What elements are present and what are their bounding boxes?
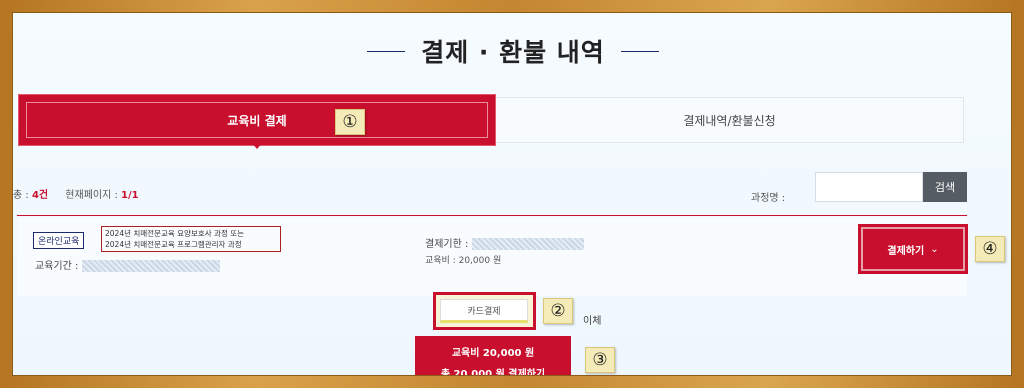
- tab-payment-history-refund[interactable]: 결제내역/환불신청: [495, 97, 964, 143]
- education-period: 교육기간 :: [35, 257, 220, 272]
- course-name-line2: 2024년 치매전문교육 프로그램관리자 과정: [105, 240, 242, 249]
- step-marker-2: ②: [543, 298, 573, 324]
- bank-transfer-option[interactable]: 이체: [583, 312, 601, 327]
- tab-bar: 교육비 결제 결제내역/환불신청: [18, 94, 964, 149]
- page-canvas: 결제 · 환불 내역 교육비 결제 결제내역/환불신청 ① 총 : 4건 현재페…: [12, 12, 1012, 376]
- course-search-input[interactable]: [815, 172, 923, 202]
- fee-label: 교육비 :: [425, 256, 456, 266]
- page-header: 결제 · 환불 내역: [13, 31, 1011, 71]
- tab-tuition-payment[interactable]: 교육비 결제: [18, 94, 496, 149]
- card-payment-option[interactable]: 카드결제: [433, 292, 536, 330]
- title-divider-right: [620, 50, 659, 52]
- step-marker-3: ③: [585, 347, 615, 373]
- period-label: 교육기간 :: [35, 261, 79, 272]
- checkout-button[interactable]: 교육비 20,000 원 총 20,000 원 결제하기: [415, 336, 571, 376]
- fee-value: 20,000 원: [458, 256, 502, 266]
- title-divider-left: [367, 50, 406, 52]
- chevron-down-icon: ⌄: [930, 243, 939, 255]
- page-title: 결제 · 환불 내역: [421, 38, 605, 67]
- tab-label: 결제내역/환불신청: [683, 113, 776, 128]
- pay-button-label: 결제하기: [887, 245, 925, 257]
- tuition-fee: 교육비 : 20,000 원: [425, 253, 501, 266]
- list-summary: 총 : 4건 현재페이지 : 1/1: [13, 186, 139, 201]
- page-value: 1/1: [121, 190, 139, 201]
- course-name-line1: 2024년 치매전문교육 요양보호사 과정 또는: [105, 229, 245, 238]
- payment-deadline: 결제기한 :: [425, 235, 584, 250]
- search-button[interactable]: 검색: [923, 172, 967, 202]
- pay-button[interactable]: 결제하기 ⌄: [858, 224, 968, 274]
- redacted-deadline: [471, 238, 584, 250]
- step-marker-4: ④: [975, 236, 1005, 262]
- checkout-total-line: 총 20,000 원 결제하기: [440, 369, 546, 376]
- course-name: 2024년 치매전문교육 요양보호사 과정 또는 2024년 치매전문교육 프로…: [101, 226, 281, 252]
- total-label: 총 :: [13, 190, 29, 201]
- step-marker-1: ①: [335, 109, 365, 135]
- total-count: 4건: [31, 190, 49, 201]
- page-label: 현재페이지 :: [65, 190, 118, 201]
- tab-highlight-border: [26, 102, 488, 138]
- search-label: 과정명 :: [751, 193, 786, 204]
- redacted-period: [81, 260, 220, 272]
- deadline-label: 결제기한 :: [425, 239, 469, 250]
- card-payment-button[interactable]: 카드결제: [440, 299, 528, 323]
- checkout-fee-line: 교육비 20,000 원: [451, 348, 535, 359]
- list-top-rule: [17, 215, 967, 216]
- online-education-badge: 온라인교육: [33, 232, 85, 249]
